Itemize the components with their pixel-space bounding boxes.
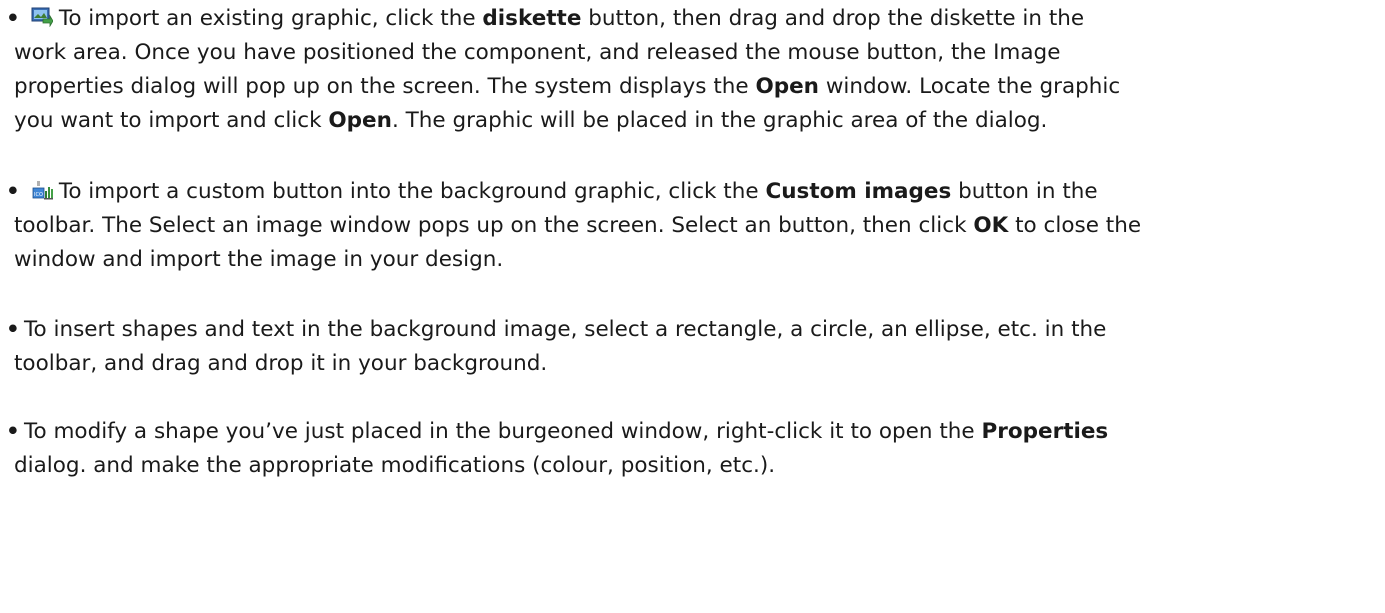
item-text: properties dialog will pop up on the scr… (14, 74, 756, 99)
line: • To modify a shape you’ve just placed in… (6, 415, 1376, 449)
item-text: you want to import and click (14, 108, 329, 133)
bullet: • (6, 317, 20, 342)
line: window and import the image in your desi… (14, 247, 504, 272)
item-text: button in the (951, 179, 1098, 204)
line: toolbar. The Select an image window pops… (6, 209, 1376, 243)
list-item-custom-images: • ICO To import a custom button into the… (6, 175, 1376, 277)
list-item-insert-shapes: • To insert shapes and text in the backgr… (6, 313, 1376, 381)
custom-images-term: Custom images (765, 179, 952, 204)
open-term: Open (328, 108, 392, 133)
open-term: Open (755, 74, 819, 99)
item-text: To import a custom button into the backg… (58, 179, 766, 204)
help-document: • To import an existing graphic, click t… (0, 0, 1385, 613)
bullet: • (6, 179, 20, 204)
bullet: • (6, 419, 20, 444)
line: properties dialog will pop up on the scr… (6, 70, 1376, 104)
properties-term: Properties (981, 419, 1109, 444)
svg-text:ICO: ICO (34, 192, 43, 198)
item-text: to close the (1008, 213, 1142, 238)
custom-images-icon: ICO (31, 180, 53, 200)
import-graphic-icon (31, 7, 53, 27)
list-item-import-graphic: • To import an existing graphic, click t… (6, 2, 1376, 138)
item-text: window. Locate the graphic (819, 74, 1121, 99)
ok-term: OK (973, 213, 1009, 238)
bullet: • (6, 6, 20, 31)
line: • ICO To import a custom button into the… (6, 175, 1376, 209)
line: • To insert shapes and text in the backgr… (6, 313, 1376, 347)
list-item-modify-shape: • To modify a shape you’ve just placed in… (6, 415, 1376, 483)
item-text: button, then drag and drop the diskette … (581, 6, 1085, 31)
item-text: To import an existing graphic, click the (58, 6, 483, 31)
line: • To import an existing graphic, click t… (6, 2, 1376, 36)
item-text: toolbar. The Select an image window pops… (14, 213, 974, 238)
item-text: . The graphic will be placed in the grap… (391, 108, 1048, 133)
line: you want to import and click Open. The g… (6, 104, 1376, 138)
line: dialog. and make the appropriate modific… (14, 453, 776, 478)
diskette-term: diskette (482, 6, 582, 31)
line: toolbar, and drag and drop it in your ba… (14, 351, 548, 376)
item-text: To insert shapes and text in the backgro… (24, 317, 1107, 342)
item-text: To modify a shape you’ve just placed in … (24, 419, 982, 444)
line: work area. Once you have positioned the … (14, 40, 1061, 65)
